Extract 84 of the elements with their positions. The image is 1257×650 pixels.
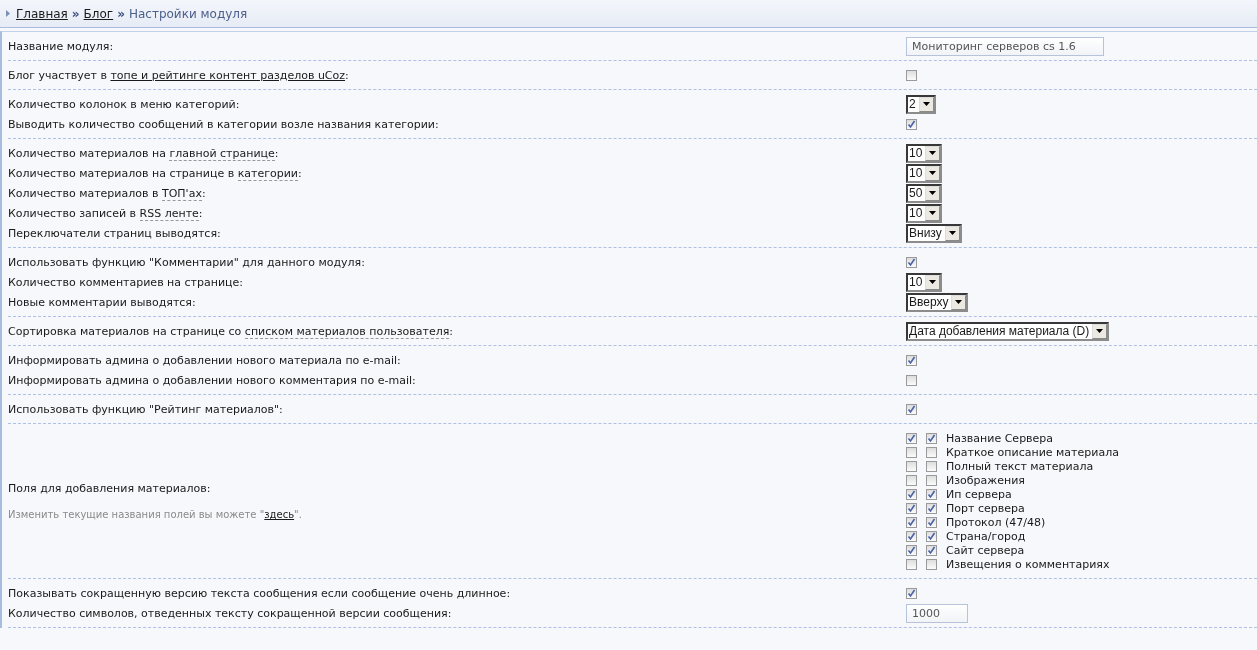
dropdown[interactable]: 10 [906, 272, 943, 292]
setting-label: Показывать сокращенную версию текста сообщения если сообщение очень длинное: [8, 586, 512, 600]
setting-label: Количество материалов в ТОП'ах: [8, 186, 207, 200]
dropdown[interactable]: 2 [906, 94, 936, 114]
setting-label: Новые комментарии выводятся: [8, 295, 197, 309]
checkbox[interactable] [906, 544, 917, 556]
checkbox[interactable] [906, 460, 917, 472]
hint-text: Изменить текущие названия полей вы можете "здесь". [8, 509, 303, 520]
checkbox[interactable] [926, 460, 937, 472]
breadcrumb-link[interactable]: Главная [16, 6, 68, 21]
checkbox[interactable] [906, 432, 917, 444]
caret-icon [929, 211, 937, 215]
checkbox[interactable] [906, 374, 917, 386]
checkbox[interactable] [906, 530, 917, 542]
caret-icon [922, 102, 930, 106]
checkbox[interactable] [926, 446, 937, 458]
field-name: Ип сервера [946, 487, 1012, 501]
breadcrumb-current: Настройки модуля [128, 6, 248, 21]
field-name: Изображения [946, 473, 1025, 487]
checkbox[interactable] [926, 516, 937, 528]
dropdown[interactable]: 50 [906, 183, 943, 203]
checkbox[interactable] [906, 256, 917, 268]
dropdown[interactable]: Внизу [906, 223, 962, 243]
setting-label: Сортировка материалов на странице со списком материалов пользователя: [8, 324, 455, 338]
chevron-icon [6, 10, 10, 17]
dropdown[interactable]: 10 [906, 163, 943, 183]
setting-label: Информировать админа о добавлении нового материала по e-mail: [8, 353, 402, 367]
setting-label: Использовать функцию "Рейтинг материалов": [8, 402, 284, 416]
checkbox[interactable] [926, 502, 937, 514]
breadcrumb-separator: » [117, 6, 125, 21]
field-name: Порт сервера [946, 501, 1025, 515]
setting-label: Переключатели страниц выводятся: [8, 226, 222, 240]
breadcrumb-separator: » [71, 6, 80, 21]
setting-label: Информировать админа о добавлении нового комментария по e-mail: [8, 373, 417, 387]
setting-label: Количество символов, отведенных тексту сокращенной версии сообщения: [8, 606, 453, 620]
caret-icon [1096, 329, 1104, 333]
checkbox[interactable] [926, 474, 937, 486]
checkbox[interactable] [926, 488, 937, 500]
checkbox[interactable] [906, 446, 917, 458]
dropdown[interactable]: Дата добавления материала (D) [906, 321, 1110, 341]
field-name: Краткое описание материала [946, 445, 1119, 459]
checkbox[interactable] [906, 354, 917, 366]
checkbox[interactable] [906, 502, 917, 514]
caret-icon [929, 191, 937, 195]
checkbox[interactable] [906, 403, 917, 415]
field-name: Протокол (47/48) [946, 515, 1046, 529]
setting-label: Количество колонок в меню категорий: [8, 97, 241, 111]
caret-icon [929, 280, 937, 284]
checkbox[interactable] [926, 558, 937, 570]
setting-label: Количество комментариев на странице: [8, 275, 245, 289]
checkbox[interactable] [906, 69, 917, 81]
checkbox[interactable] [906, 474, 917, 486]
text-field[interactable]: Мониторинг серверов cs 1.6 [906, 36, 1104, 56]
setting-label: Блог участвует в топе и рейтинге контент разделов uCoz: [8, 68, 350, 82]
setting-label: Выводить количество сообщений в категории возле названия категории: [8, 117, 440, 131]
setting-label: Количество записей в RSS ленте: [8, 206, 204, 220]
dropdown[interactable]: 10 [906, 143, 943, 163]
checkbox[interactable] [906, 516, 917, 528]
field-name: Название Сервера [946, 431, 1054, 445]
setting-label: Поля для добавления материалов: [8, 482, 212, 495]
checkbox[interactable] [926, 530, 937, 542]
dropdown[interactable]: Вверху [906, 292, 969, 312]
checkbox[interactable] [926, 544, 937, 556]
link[interactable]: здесь [264, 509, 295, 520]
setting-label: Использовать функцию "Комментарии" для данного модуля: [8, 255, 366, 269]
caret-icon [929, 171, 937, 175]
checkbox[interactable] [906, 558, 917, 570]
caret-icon [948, 231, 956, 235]
text-field[interactable]: 1000 [906, 603, 968, 623]
setting-label: Название модуля: [8, 39, 115, 53]
checkbox[interactable] [906, 587, 917, 599]
dropdown[interactable]: 10 [906, 203, 943, 223]
checkbox[interactable] [906, 118, 917, 130]
checkbox[interactable] [906, 488, 917, 500]
field-name: Страна/город [946, 529, 1026, 543]
field-name: Сайт сервера [946, 543, 1025, 557]
field-name: Полный текст материала [946, 459, 1094, 473]
setting-label: Количество материалов на странице в категории: [8, 166, 303, 180]
field-name: Извещения о комментариях [946, 557, 1110, 571]
caret-icon [955, 300, 963, 304]
caret-icon [929, 151, 937, 155]
breadcrumb-link[interactable]: Блог [83, 6, 114, 21]
setting-label: Количество материалов на главной странице: [8, 146, 280, 160]
checkbox[interactable] [926, 432, 937, 444]
